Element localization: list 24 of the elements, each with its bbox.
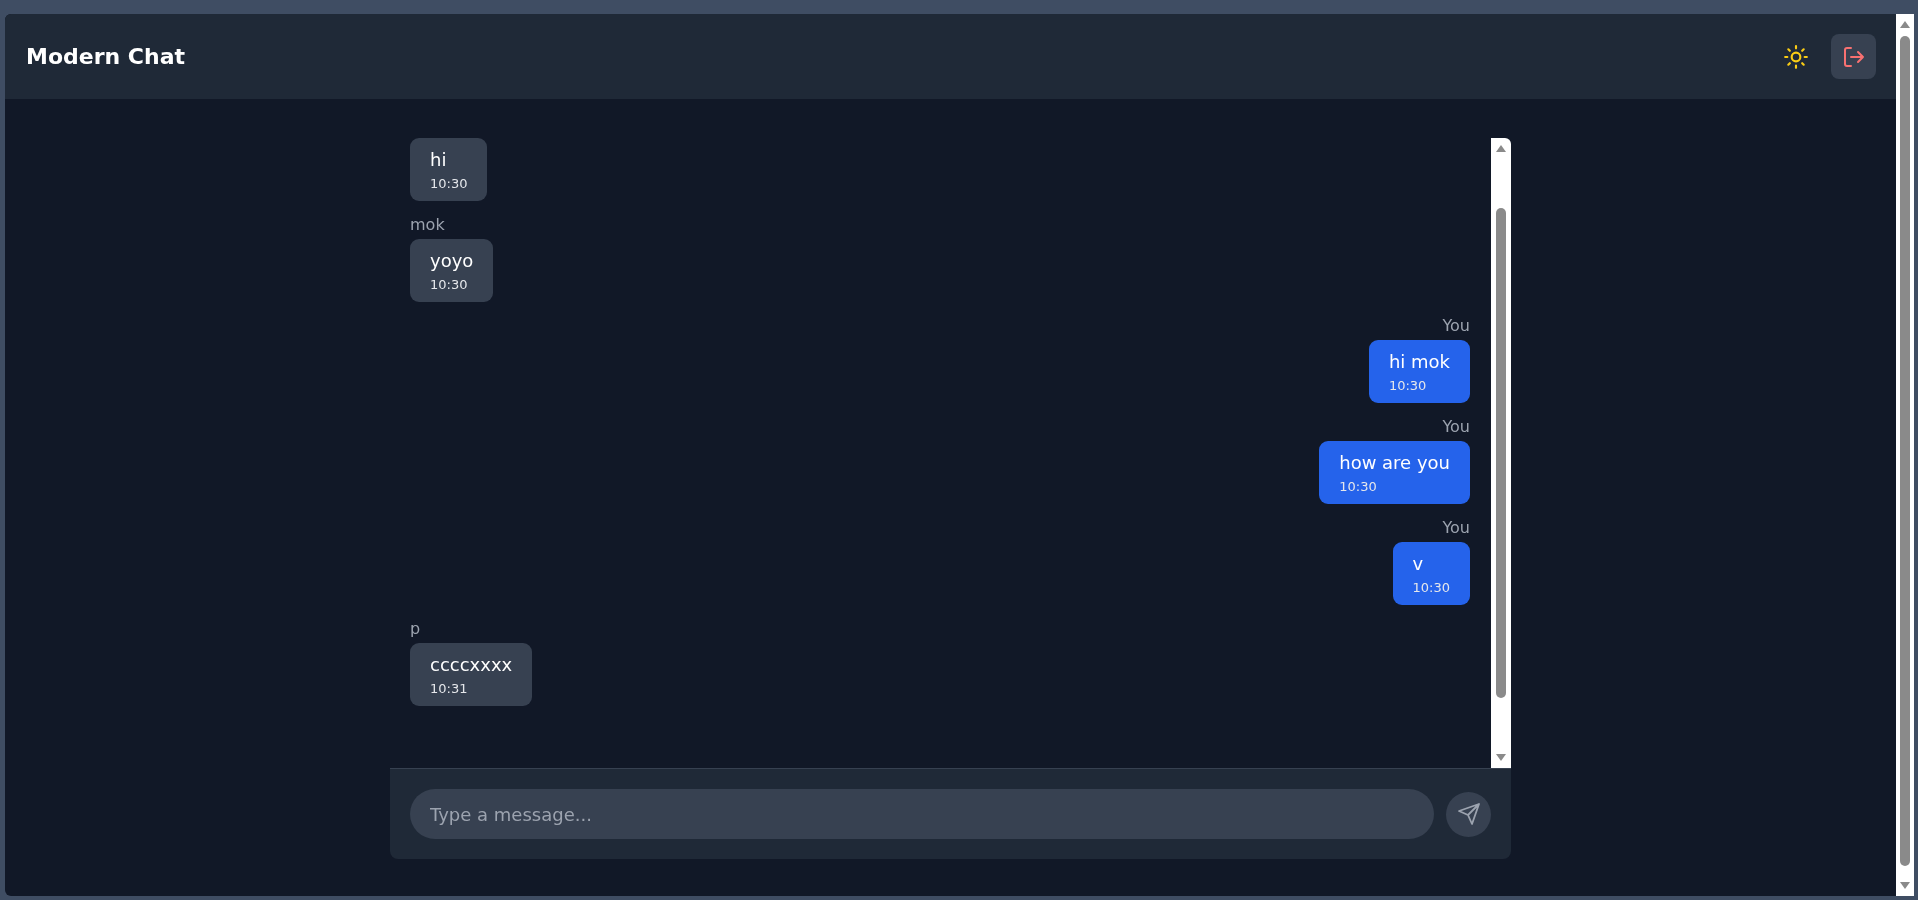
sender-name: mok (410, 215, 445, 234)
message-text: how are you (1339, 452, 1450, 473)
send-button[interactable] (1446, 791, 1491, 837)
message-time: 10:31 (430, 681, 469, 696)
message-time: 10:30 (1339, 479, 1378, 494)
message-text: hi mok (1388, 351, 1450, 372)
message-text: v (1412, 553, 1425, 574)
message-text: hi (430, 149, 448, 170)
message-time: 10:30 (1388, 378, 1428, 393)
sender-name: You (1442, 316, 1470, 335)
message-text: yoyo (430, 250, 474, 271)
sender-name: You (1442, 518, 1470, 537)
paper-plane-icon (1456, 802, 1481, 826)
sender-name: You (1442, 417, 1470, 436)
message-time: 10:30 (430, 277, 469, 292)
message-text: ccccxxxx (430, 654, 513, 675)
message-input[interactable]: Type a message... (410, 789, 1434, 839)
message-time: 10:30 (430, 176, 468, 191)
app-title: Modern Chat (26, 44, 187, 69)
sender-name: p (410, 619, 421, 638)
message-time: 10:30 (1412, 580, 1450, 595)
sun-icon[interactable] (1783, 43, 1809, 70)
logout-button[interactable] (1831, 34, 1876, 79)
logout-icon (1841, 44, 1866, 69)
